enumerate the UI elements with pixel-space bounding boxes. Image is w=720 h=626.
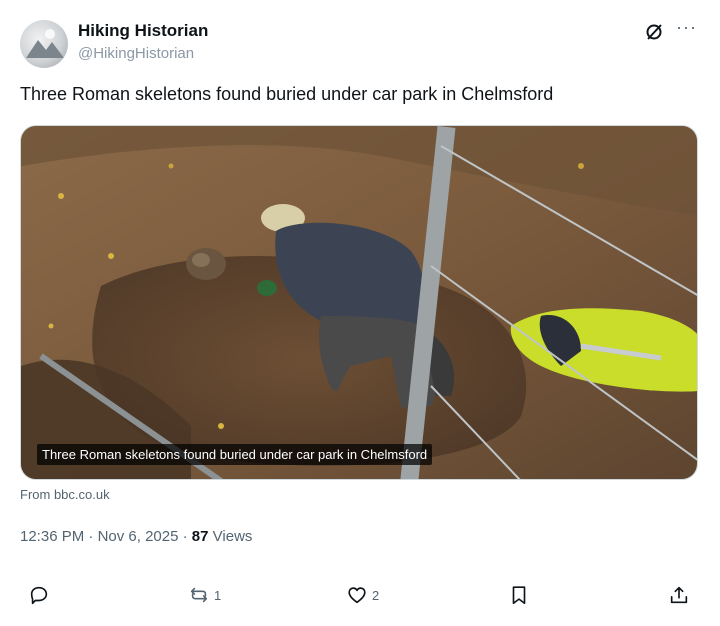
post-media[interactable]: Three Roman skeletons found buried under… — [20, 125, 698, 480]
post-date[interactable]: Nov 6, 2025 — [98, 528, 179, 545]
views-label: Views — [212, 528, 253, 545]
media-caption: Three Roman skeletons found buried under… — [37, 444, 433, 465]
repost-icon — [190, 587, 208, 603]
repost-count: 1 — [214, 587, 222, 603]
post-time[interactable]: 12:36 PM — [20, 528, 84, 545]
meta-separator: · — [182, 528, 188, 545]
link-source[interactable]: From bbc.co.uk — [20, 487, 110, 502]
like-count: 2 — [372, 587, 380, 603]
like-button[interactable]: 2 — [346, 580, 379, 610]
excavation-photo — [21, 126, 697, 479]
avatar[interactable] — [20, 20, 68, 68]
repost-button[interactable]: 1 — [188, 580, 221, 610]
bookmark-icon — [512, 586, 526, 605]
post-text: Three Roman skeletons found buried under… — [20, 84, 554, 104]
display-name[interactable]: Hiking Historian — [78, 21, 208, 41]
like-icon — [348, 587, 366, 604]
more-icon[interactable]: ··· — [676, 18, 700, 40]
handle[interactable]: @HikingHistorian — [78, 45, 208, 62]
reply-button[interactable] — [28, 580, 54, 610]
author-names: Hiking Historian @HikingHistorian — [78, 21, 208, 62]
bookmark-button[interactable] — [508, 580, 530, 610]
share-button[interactable] — [668, 580, 690, 610]
reply-icon — [30, 586, 48, 605]
meta-separator: · — [88, 528, 94, 545]
post-meta: 12:36 PM · Nov 6, 2025 · 87 Views — [20, 528, 252, 545]
grok-icon[interactable] — [644, 22, 664, 42]
action-bar: 1 2 — [20, 580, 700, 610]
share-icon — [670, 586, 688, 604]
post-header: Hiking Historian @HikingHistorian ··· — [20, 16, 700, 72]
views-count: 87 — [191, 528, 209, 545]
